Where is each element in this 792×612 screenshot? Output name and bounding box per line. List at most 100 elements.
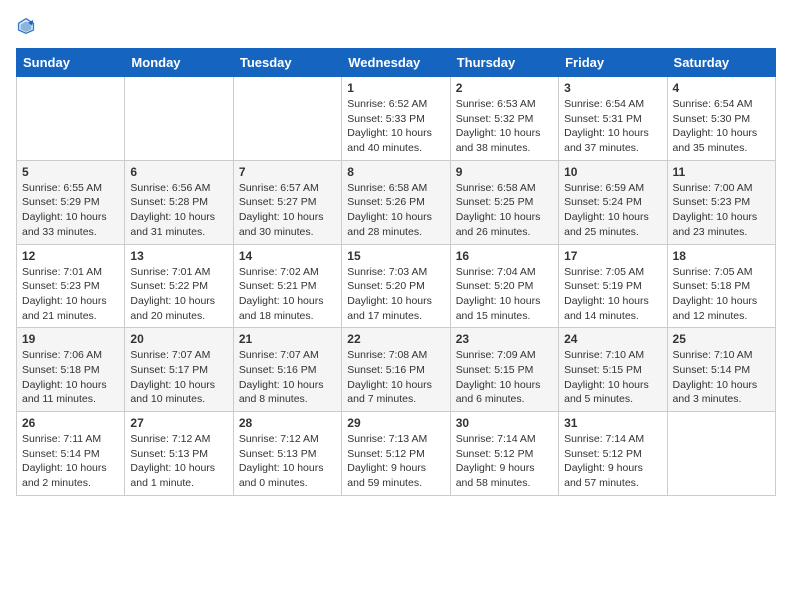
calendar-cell: 11 Sunrise: 7:00 AM Sunset: 5:23 PM Dayli… bbox=[667, 160, 775, 244]
calendar-cell: 29 Sunrise: 7:13 AM Sunset: 5:12 PM Dayli… bbox=[342, 412, 450, 496]
calendar-header-sunday: Sunday bbox=[17, 49, 125, 77]
day-number: 24 bbox=[564, 332, 661, 346]
day-number: 27 bbox=[130, 416, 227, 430]
calendar-cell bbox=[667, 412, 775, 496]
page-header bbox=[16, 16, 776, 36]
calendar-cell: 19Sunrise: 7:06 AM Sunset: 5:18 PM Dayli… bbox=[17, 328, 125, 412]
day-number: 13 bbox=[130, 249, 227, 263]
day-number: 15 bbox=[347, 249, 444, 263]
day-info: Sunrise: 6:58 AM Sunset: 5:26 PM Dayligh… bbox=[347, 181, 444, 240]
calendar-cell: 2Sunrise: 6:53 AM Sunset: 5:32 PM Daylig… bbox=[450, 77, 558, 161]
day-number: 21 bbox=[239, 332, 336, 346]
day-info: Sunrise: 7:13 AM Sunset: 5:12 PM Dayligh… bbox=[347, 432, 444, 491]
day-info: Sunrise: 6:56 AM Sunset: 5:28 PM Dayligh… bbox=[130, 181, 227, 240]
day-number: 1 bbox=[347, 81, 444, 95]
day-info: Sunrise: 7:07 AM Sunset: 5:16 PM Dayligh… bbox=[239, 348, 336, 407]
calendar-cell: 5 Sunrise: 6:55 AM Sunset: 5:29 PM Daylig… bbox=[17, 160, 125, 244]
day-number: 3 bbox=[564, 81, 661, 95]
day-info: Sunrise: 7:05 AM Sunset: 5:19 PM Dayligh… bbox=[564, 265, 661, 324]
day-info: Sunrise: 6:55 AM Sunset: 5:29 PM Dayligh… bbox=[22, 181, 119, 240]
calendar-cell: 27 Sunrise: 7:12 AM Sunset: 5:13 PM Dayli… bbox=[125, 412, 233, 496]
day-number: 8 bbox=[347, 165, 444, 179]
calendar-week-row: 19Sunrise: 7:06 AM Sunset: 5:18 PM Dayli… bbox=[17, 328, 776, 412]
day-info: Sunrise: 7:01 AM Sunset: 5:23 PM Dayligh… bbox=[22, 265, 119, 324]
calendar-cell: 6Sunrise: 6:56 AM Sunset: 5:28 PM Daylig… bbox=[125, 160, 233, 244]
calendar-cell: 20 Sunrise: 7:07 AM Sunset: 5:17 PM Dayli… bbox=[125, 328, 233, 412]
day-number: 17 bbox=[564, 249, 661, 263]
calendar-cell: 16 Sunrise: 7:04 AM Sunset: 5:20 PM Dayli… bbox=[450, 244, 558, 328]
day-number: 25 bbox=[673, 332, 770, 346]
day-number: 7 bbox=[239, 165, 336, 179]
day-info: Sunrise: 7:09 AM Sunset: 5:15 PM Dayligh… bbox=[456, 348, 553, 407]
day-info: Sunrise: 7:10 AM Sunset: 5:15 PM Dayligh… bbox=[564, 348, 661, 407]
calendar-cell: 4 Sunrise: 6:54 AM Sunset: 5:30 PM Daylig… bbox=[667, 77, 775, 161]
calendar-cell: 14Sunrise: 7:02 AM Sunset: 5:21 PM Dayli… bbox=[233, 244, 341, 328]
calendar-header-saturday: Saturday bbox=[667, 49, 775, 77]
day-info: Sunrise: 7:01 AM Sunset: 5:22 PM Dayligh… bbox=[130, 265, 227, 324]
day-info: Sunrise: 7:14 AM Sunset: 5:12 PM Dayligh… bbox=[456, 432, 553, 491]
day-info: Sunrise: 7:14 AM Sunset: 5:12 PM Dayligh… bbox=[564, 432, 661, 491]
day-info: Sunrise: 6:52 AM Sunset: 5:33 PM Dayligh… bbox=[347, 97, 444, 156]
day-number: 12 bbox=[22, 249, 119, 263]
day-number: 26 bbox=[22, 416, 119, 430]
day-info: Sunrise: 7:12 AM Sunset: 5:13 PM Dayligh… bbox=[130, 432, 227, 491]
day-number: 11 bbox=[673, 165, 770, 179]
day-number: 18 bbox=[673, 249, 770, 263]
day-number: 31 bbox=[564, 416, 661, 430]
calendar-cell: 7Sunrise: 6:57 AM Sunset: 5:27 PM Daylig… bbox=[233, 160, 341, 244]
day-number: 20 bbox=[130, 332, 227, 346]
day-info: Sunrise: 7:02 AM Sunset: 5:21 PM Dayligh… bbox=[239, 265, 336, 324]
day-number: 22 bbox=[347, 332, 444, 346]
calendar-cell: 24 Sunrise: 7:10 AM Sunset: 5:15 PM Dayli… bbox=[559, 328, 667, 412]
calendar-header-monday: Monday bbox=[125, 49, 233, 77]
calendar-cell: 13 Sunrise: 7:01 AM Sunset: 5:22 PM Dayli… bbox=[125, 244, 233, 328]
calendar-cell: 31 Sunrise: 7:14 AM Sunset: 5:12 PM Dayli… bbox=[559, 412, 667, 496]
calendar-cell: 12 Sunrise: 7:01 AM Sunset: 5:23 PM Dayli… bbox=[17, 244, 125, 328]
day-number: 29 bbox=[347, 416, 444, 430]
day-info: Sunrise: 6:54 AM Sunset: 5:31 PM Dayligh… bbox=[564, 97, 661, 156]
calendar-cell: 22 Sunrise: 7:08 AM Sunset: 5:16 PM Dayli… bbox=[342, 328, 450, 412]
calendar-table: SundayMondayTuesdayWednesdayThursdayFrid… bbox=[16, 48, 776, 496]
day-number: 30 bbox=[456, 416, 553, 430]
logo-icon bbox=[16, 16, 36, 36]
day-info: Sunrise: 6:58 AM Sunset: 5:25 PM Dayligh… bbox=[456, 181, 553, 240]
calendar-cell bbox=[125, 77, 233, 161]
day-number: 19 bbox=[22, 332, 119, 346]
day-info: Sunrise: 7:07 AM Sunset: 5:17 PM Dayligh… bbox=[130, 348, 227, 407]
day-info: Sunrise: 7:04 AM Sunset: 5:20 PM Dayligh… bbox=[456, 265, 553, 324]
calendar-cell: 18 Sunrise: 7:05 AM Sunset: 5:18 PM Dayli… bbox=[667, 244, 775, 328]
calendar-cell: 10Sunrise: 6:59 AM Sunset: 5:24 PM Dayli… bbox=[559, 160, 667, 244]
calendar-week-row: 12 Sunrise: 7:01 AM Sunset: 5:23 PM Dayli… bbox=[17, 244, 776, 328]
calendar-cell: 26 Sunrise: 7:11 AM Sunset: 5:14 PM Dayli… bbox=[17, 412, 125, 496]
calendar-cell: 9Sunrise: 6:58 AM Sunset: 5:25 PM Daylig… bbox=[450, 160, 558, 244]
day-number: 16 bbox=[456, 249, 553, 263]
day-info: Sunrise: 7:10 AM Sunset: 5:14 PM Dayligh… bbox=[673, 348, 770, 407]
calendar-header-wednesday: Wednesday bbox=[342, 49, 450, 77]
day-info: Sunrise: 6:59 AM Sunset: 5:24 PM Dayligh… bbox=[564, 181, 661, 240]
day-info: Sunrise: 6:54 AM Sunset: 5:30 PM Dayligh… bbox=[673, 97, 770, 156]
calendar-cell bbox=[17, 77, 125, 161]
calendar-cell: 21 Sunrise: 7:07 AM Sunset: 5:16 PM Dayli… bbox=[233, 328, 341, 412]
calendar-header-tuesday: Tuesday bbox=[233, 49, 341, 77]
calendar-week-row: 5 Sunrise: 6:55 AM Sunset: 5:29 PM Daylig… bbox=[17, 160, 776, 244]
calendar-header-thursday: Thursday bbox=[450, 49, 558, 77]
day-info: Sunrise: 7:12 AM Sunset: 5:13 PM Dayligh… bbox=[239, 432, 336, 491]
day-number: 5 bbox=[22, 165, 119, 179]
day-info: Sunrise: 7:03 AM Sunset: 5:20 PM Dayligh… bbox=[347, 265, 444, 324]
calendar-cell: 15 Sunrise: 7:03 AM Sunset: 5:20 PM Dayli… bbox=[342, 244, 450, 328]
calendar-cell: 1 Sunrise: 6:52 AM Sunset: 5:33 PM Daylig… bbox=[342, 77, 450, 161]
day-info: Sunrise: 7:08 AM Sunset: 5:16 PM Dayligh… bbox=[347, 348, 444, 407]
day-info: Sunrise: 7:11 AM Sunset: 5:14 PM Dayligh… bbox=[22, 432, 119, 491]
day-info: Sunrise: 7:05 AM Sunset: 5:18 PM Dayligh… bbox=[673, 265, 770, 324]
day-number: 4 bbox=[673, 81, 770, 95]
calendar-cell: 28 Sunrise: 7:12 AM Sunset: 5:13 PM Dayli… bbox=[233, 412, 341, 496]
calendar-cell: 25 Sunrise: 7:10 AM Sunset: 5:14 PM Dayli… bbox=[667, 328, 775, 412]
day-number: 28 bbox=[239, 416, 336, 430]
calendar-header-friday: Friday bbox=[559, 49, 667, 77]
calendar-cell: 17 Sunrise: 7:05 AM Sunset: 5:19 PM Dayli… bbox=[559, 244, 667, 328]
calendar-week-row: 26 Sunrise: 7:11 AM Sunset: 5:14 PM Dayli… bbox=[17, 412, 776, 496]
day-info: Sunrise: 7:00 AM Sunset: 5:23 PM Dayligh… bbox=[673, 181, 770, 240]
day-info: Sunrise: 6:53 AM Sunset: 5:32 PM Dayligh… bbox=[456, 97, 553, 156]
calendar-header-row: SundayMondayTuesdayWednesdayThursdayFrid… bbox=[17, 49, 776, 77]
calendar-week-row: 1 Sunrise: 6:52 AM Sunset: 5:33 PM Daylig… bbox=[17, 77, 776, 161]
